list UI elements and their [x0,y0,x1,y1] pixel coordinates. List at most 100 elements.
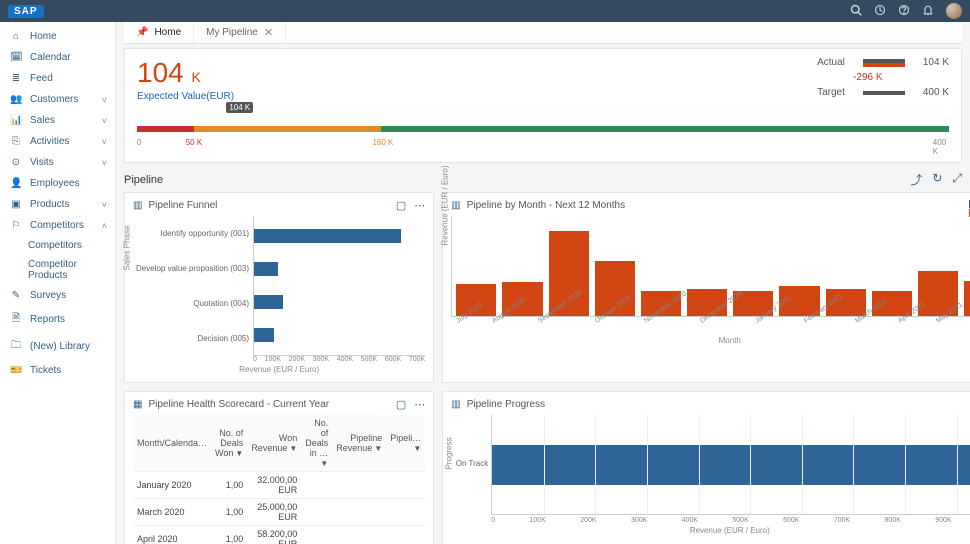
sidebar-item-customers[interactable]: 👥Customers˅ [0,89,115,110]
clock-icon[interactable] [874,4,886,19]
sidebar-item-label: Sales [30,115,55,126]
sidebar-subitem[interactable]: Competitor Products [0,255,115,285]
chevron-down-icon: ˅ [102,158,107,168]
table-icon: ▦ [133,399,142,410]
card-title: Pipeline Progress [467,399,545,410]
sidebar-item-calendar[interactable]: 🗓Calendar [0,47,115,68]
scorecard-table: Month/Calenda…No. of Deals Won▼Won Reven… [133,415,425,544]
search-icon[interactable] [850,4,862,19]
table-row[interactable]: April 20201,0058.200,00 EUR [133,526,425,544]
sidebar-item-employees[interactable]: 👤Employees [0,173,115,194]
sidebar-item-label: Home [30,31,57,42]
sidebar-item-label: (New) Library [30,341,90,352]
maximize-icon[interactable]: ▢ [396,199,406,212]
progress-chart: On Track [491,415,970,515]
tab-my-pipeline[interactable]: My Pipeline ✕ [194,22,286,43]
shellbar: SAP [0,0,970,22]
sidebar-item-sales[interactable]: 📊Sales˅ [0,110,115,131]
kpi-range-bar: 104 K 0 50 K 160 K 400 K [137,116,949,146]
chevron-up-icon: ˄ [102,221,107,231]
close-icon[interactable]: ✕ [264,26,273,39]
sap-logo: SAP [8,5,44,18]
nav-icon: 🎫 [10,365,22,376]
nav-icon: 🗓 [10,52,22,63]
table-row[interactable]: January 20201,0032.000,00 EUR [133,472,425,499]
column-header[interactable]: No. of Deals in …▼ [301,415,332,472]
sidebar-item-label: Reports [30,314,65,325]
nav-icon: ⌂ [10,31,22,42]
sidebar-item-surveys[interactable]: ✎ Surveys [0,285,115,306]
table-row[interactable]: March 20201,0025.000,00 EUR [133,499,425,526]
avatar[interactable] [946,3,962,19]
kpi-subtitle[interactable]: Expected Value(EUR) [137,91,234,102]
more-icon[interactable]: ⋯ [414,398,425,411]
bar[interactable] [254,295,283,309]
axis-label-x: Revenue (EUR / Euro) [133,365,425,374]
bymonth-chart: July 2020August 2020September 2020Octobe… [451,216,970,326]
sidebar-item-home[interactable]: ⌂ Home [0,26,115,47]
section-header: Pipeline ⤴ ↻ ⤢ [124,171,962,188]
nav-icon: ✎ [10,290,22,301]
sidebar-item-label: Customers [30,94,78,105]
nav-icon: ⚐ [10,220,22,231]
share-icon[interactable]: ⤴ [910,171,922,188]
chart-icon: ▥ [133,200,142,211]
pin-icon: 📌 [136,27,148,38]
sidebar-item-label: Employees [30,178,79,189]
kpi-legend: Actual104 K -296 K Target400 K [817,57,949,102]
kpi-header: 104 K Expected Value(EUR) Actual104 K -2… [124,48,962,163]
funnel-chart: Identify opportunity (001)Develop value … [133,216,425,356]
sidebar-item-label: Surveys [30,290,66,301]
kpi-value: 104 K [137,57,234,89]
bar[interactable] [964,281,970,316]
chart-icon: ▥ [451,200,460,211]
help-icon[interactable] [898,4,910,19]
maximize-icon[interactable]: ▢ [396,398,406,411]
refresh-icon[interactable]: ↻ [932,171,942,188]
content-area: 📌 Home My Pipeline ✕ 104 K Expected Valu… [116,22,970,544]
sidebar-item-reports[interactable]: 🗎 Reports [0,306,115,333]
nav-icon: 🗎 [10,311,22,328]
column-header[interactable]: Pipeline Revenue▼ [332,415,386,472]
sidebar-item-feed[interactable]: ≣Feed [0,68,115,89]
sidebar-item-label: Feed [30,73,53,84]
tab-strip: 📌 Home My Pipeline ✕ [124,22,962,44]
card-pipeline-progress: ▥Pipeline Progress ▢⋯ Progress On Track … [442,391,970,544]
expand-icon[interactable]: ⤢ [952,171,962,188]
sidebar-item-activities[interactable]: ⎘ Activities ˅ [0,131,115,152]
chevron-down-icon: ˅ [102,137,107,147]
chevron-down-icon: ˅ [102,95,107,105]
chart-icon: ▥ [451,399,460,410]
nav-icon: ⊙ [10,157,22,168]
sidebar-item-label: Products [30,199,69,210]
axis-label-x: Revenue (EUR / Euro) [451,526,970,535]
sidebar-item-tickets[interactable]: 🎫 Tickets [0,360,115,381]
axis-label-x: Month [451,336,970,345]
nav-icon: 📊 [10,115,22,126]
sidebar-item-competitors[interactable]: ⚐ Competitors ˄ [0,215,115,236]
sidebar-item--new-library[interactable]: 🗀 (New) Library [0,333,115,360]
more-icon[interactable]: ⋯ [414,199,425,212]
bar[interactable] [254,262,278,276]
column-header[interactable]: Pipeli…▼ [386,415,425,472]
sidebar-subitem[interactable]: Competitors [0,236,115,255]
tab-home[interactable]: 📌 Home [124,22,194,43]
nav-icon: 🗀 [10,338,22,355]
column-header[interactable]: Month/Calenda… [133,415,211,472]
card-title: Pipeline Funnel [148,200,217,211]
column-header[interactable]: Won Revenue▼ [247,415,301,472]
sidebar-item-label: Activities [30,136,69,147]
bar[interactable] [254,328,274,342]
sidebar-item-products[interactable]: ▣Products˅ [0,194,115,215]
sidebar-item-visits[interactable]: ⊙Visits˅ [0,152,115,173]
sidebar-item-label: Competitors [30,220,84,231]
section-title: Pipeline [124,174,163,186]
bell-icon[interactable] [922,4,934,19]
sidebar: ⌂Home🗓Calendar≣Feed👥Customers˅📊Sales˅⎘Ac… [0,22,116,544]
column-header[interactable]: No. of Deals Won▼ [211,415,247,472]
card-title: Pipeline Health Scorecard - Current Year [148,399,329,410]
nav-icon: ⎘ [10,136,22,147]
sidebar-item-label: Tickets [30,365,61,376]
tab-label: Home [154,27,181,38]
bar[interactable] [254,229,401,243]
